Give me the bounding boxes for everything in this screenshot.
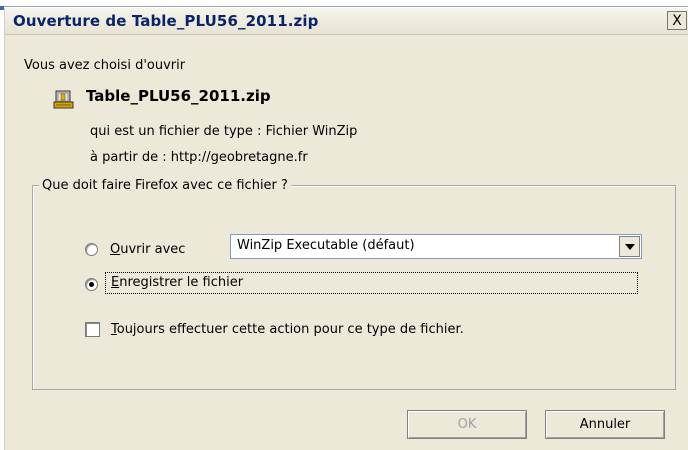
winzip-file-icon [53,90,74,109]
always-do-this-label[interactable]: Toujours effectuer cette action pour ce … [111,322,464,337]
ok-button[interactable]: OK [407,410,527,439]
save-file-label[interactable]: Enregistrer le fichier [111,275,243,290]
action-group-legend: Que doit faire Firefox avec ce fichier ? [39,178,291,193]
application-select-value: WinZip Executable (défaut) [237,238,415,253]
dialog-title: Ouverture de Table_PLU56_2011.zip [13,12,319,30]
title-bar[interactable]: Ouverture de Table_PLU56_2011.zip X [5,8,688,35]
download-dialog: Ouverture de Table_PLU56_2011.zip X Vous… [4,8,688,450]
open-with-label-text: uvrir avec [120,242,186,257]
save-file-label-text: nregistrer le fichier [119,275,244,290]
file-type-line: qui est un fichier de type : Fichier Win… [90,124,358,139]
chevron-down-icon[interactable] [619,236,640,257]
application-select[interactable]: WinZip Executable (défaut) [230,234,642,259]
always-do-this-label-text: oujours effectuer cette action pour ce t… [116,322,464,337]
intro-text: Vous avez choisi d'ouvrir [24,58,186,73]
cancel-button[interactable]: Annuler [545,410,665,439]
background-window-strip [0,0,688,7]
file-name: Table_PLU56_2011.zip [86,87,271,105]
save-file-radio[interactable] [85,278,98,291]
file-source-line: à partir de : http://geobretagne.fr [90,150,308,165]
open-with-label[interactable]: Ouvrir avec [110,242,185,257]
save-file-mnemonic: E [111,275,120,290]
always-do-this-checkbox[interactable] [85,322,100,337]
close-button[interactable]: X [667,11,687,30]
open-with-mnemonic: O [110,242,121,257]
open-with-radio[interactable] [85,243,98,256]
